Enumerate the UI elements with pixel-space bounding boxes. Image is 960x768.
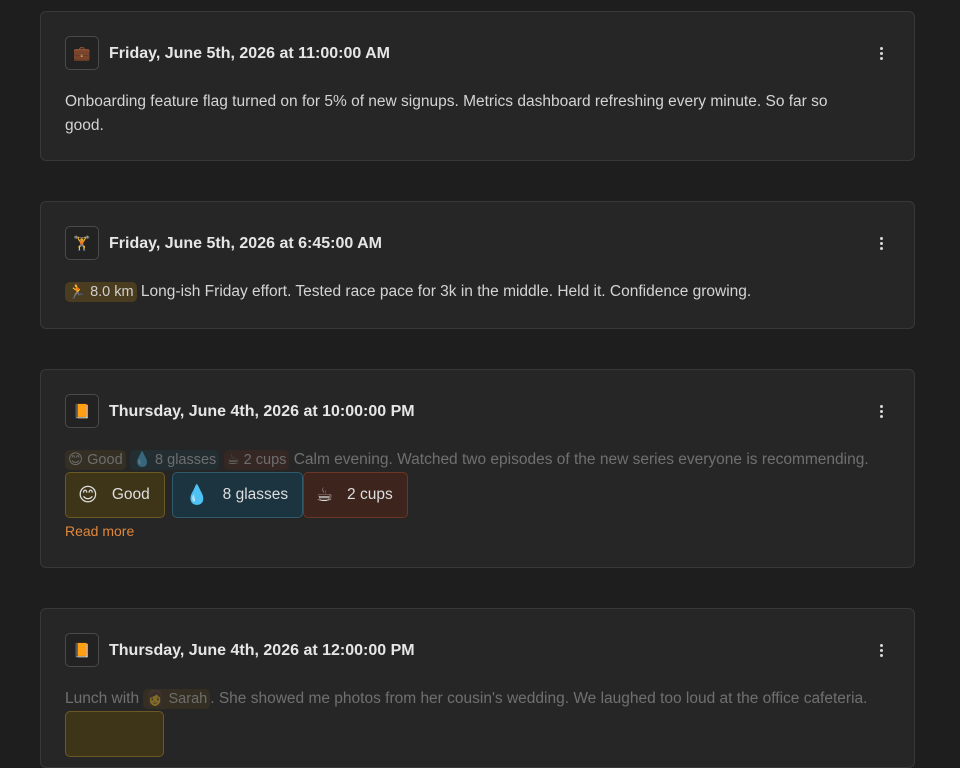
briefcase-icon: 💼	[65, 36, 99, 70]
entry-text: Calm evening. Watched two episodes of th…	[293, 451, 869, 468]
entry-text: Long-ish Friday effort. Tested race pace…	[140, 283, 752, 300]
coffee-icon: ☕	[226, 452, 240, 468]
entry-timestamp: Thursday, June 4th, 2026 at 10:00:00 PM	[109, 403, 415, 420]
entry-timestamp: Friday, June 5th, 2026 at 11:00:00 AM	[109, 45, 391, 62]
entry-body: Onboarding feature flag turned on for 5%…	[65, 90, 884, 138]
coffee-chip[interactable]: ☕ 2 cups	[303, 472, 408, 518]
entry-header: 🏋 Friday, June 5th, 2026 at 6:45:00 AM	[65, 226, 896, 262]
droplet-icon: 💧	[185, 484, 209, 506]
more-options-button[interactable]	[872, 399, 890, 423]
droplet-icon: 💧	[132, 452, 152, 468]
coffee-chip-label: 2 cups	[347, 486, 393, 503]
journal-entry-card[interactable]: 📙 Thursday, June 4th, 2026 at 10:00:00 P…	[40, 369, 915, 568]
running-icon: 🏃	[68, 284, 87, 300]
mood-chip-label: Good	[111, 486, 150, 503]
entry-text-line: Onboarding feature flag turned on for 5%…	[65, 93, 828, 110]
distance-tag[interactable]: 🏃 8.0 km	[65, 282, 137, 302]
weightlifter-icon: 🏋	[65, 226, 99, 260]
entry-timestamp: Thursday, June 4th, 2026 at 12:00:00 PM	[109, 642, 415, 659]
person-mention[interactable]: 👩 Sarah	[143, 689, 211, 709]
water-label: 8 glasses	[155, 452, 217, 468]
journal-feed: 💼 Friday, June 5th, 2026 at 11:00:00 AM …	[0, 0, 960, 768]
more-options-button[interactable]	[872, 231, 890, 255]
entry-text: . She showed me photos from her cousin's…	[210, 690, 868, 707]
person-name: Sarah	[168, 691, 208, 707]
mood-chip[interactable]: 😊 Good	[65, 472, 165, 518]
water-chip[interactable]: 💧 8 glasses	[172, 472, 304, 518]
entry-text-line: good.	[65, 117, 104, 134]
entry-body: 🏃 8.0 km Long-ish Friday effort. Tested …	[65, 280, 884, 304]
journal-entry-card[interactable]: 📙 Thursday, June 4th, 2026 at 12:00:00 P…	[40, 608, 915, 768]
person-icon: 👩	[146, 691, 165, 707]
entry-timestamp: Friday, June 5th, 2026 at 6:45:00 AM	[109, 235, 382, 252]
mood-label: Good	[87, 452, 123, 468]
distance-label: 8.0 km	[90, 284, 134, 300]
coffee-icon: ☕	[316, 484, 334, 506]
coffee-tag: ☕ 2 cups	[223, 450, 290, 470]
entry-text: Lunch with	[65, 690, 140, 707]
more-options-button[interactable]	[872, 41, 890, 65]
water-tag: 💧 8 glasses	[129, 450, 220, 470]
coffee-label: 2 cups	[243, 452, 287, 468]
water-chip-label: 8 glasses	[222, 486, 289, 503]
smile-icon: 😊	[68, 452, 84, 468]
mood-tag: 😊 Good	[65, 450, 126, 470]
smile-icon: 😊	[78, 484, 98, 506]
entry-header: 📙 Thursday, June 4th, 2026 at 10:00:00 P…	[65, 394, 896, 430]
entry-header: 💼 Friday, June 5th, 2026 at 11:00:00 AM	[65, 36, 896, 72]
entry-header: 📙 Thursday, June 4th, 2026 at 12:00:00 P…	[65, 633, 896, 669]
entry-preview: Lunch with 👩 Sarah. She showed me photos…	[65, 687, 884, 711]
more-options-button[interactable]	[872, 638, 890, 662]
journal-entry-card[interactable]: 🏋 Friday, June 5th, 2026 at 6:45:00 AM 🏃…	[40, 201, 915, 329]
read-more-link[interactable]: Read more	[65, 523, 134, 539]
partial-chip[interactable]	[65, 711, 164, 757]
notebook-icon: 📙	[65, 394, 99, 428]
entry-preview: 😊 Good 💧 8 glasses ☕ 2 cups Calm evening…	[65, 448, 884, 472]
journal-entry-card[interactable]: 💼 Friday, June 5th, 2026 at 11:00:00 AM …	[40, 11, 915, 161]
notebook-icon: 📙	[65, 633, 99, 667]
